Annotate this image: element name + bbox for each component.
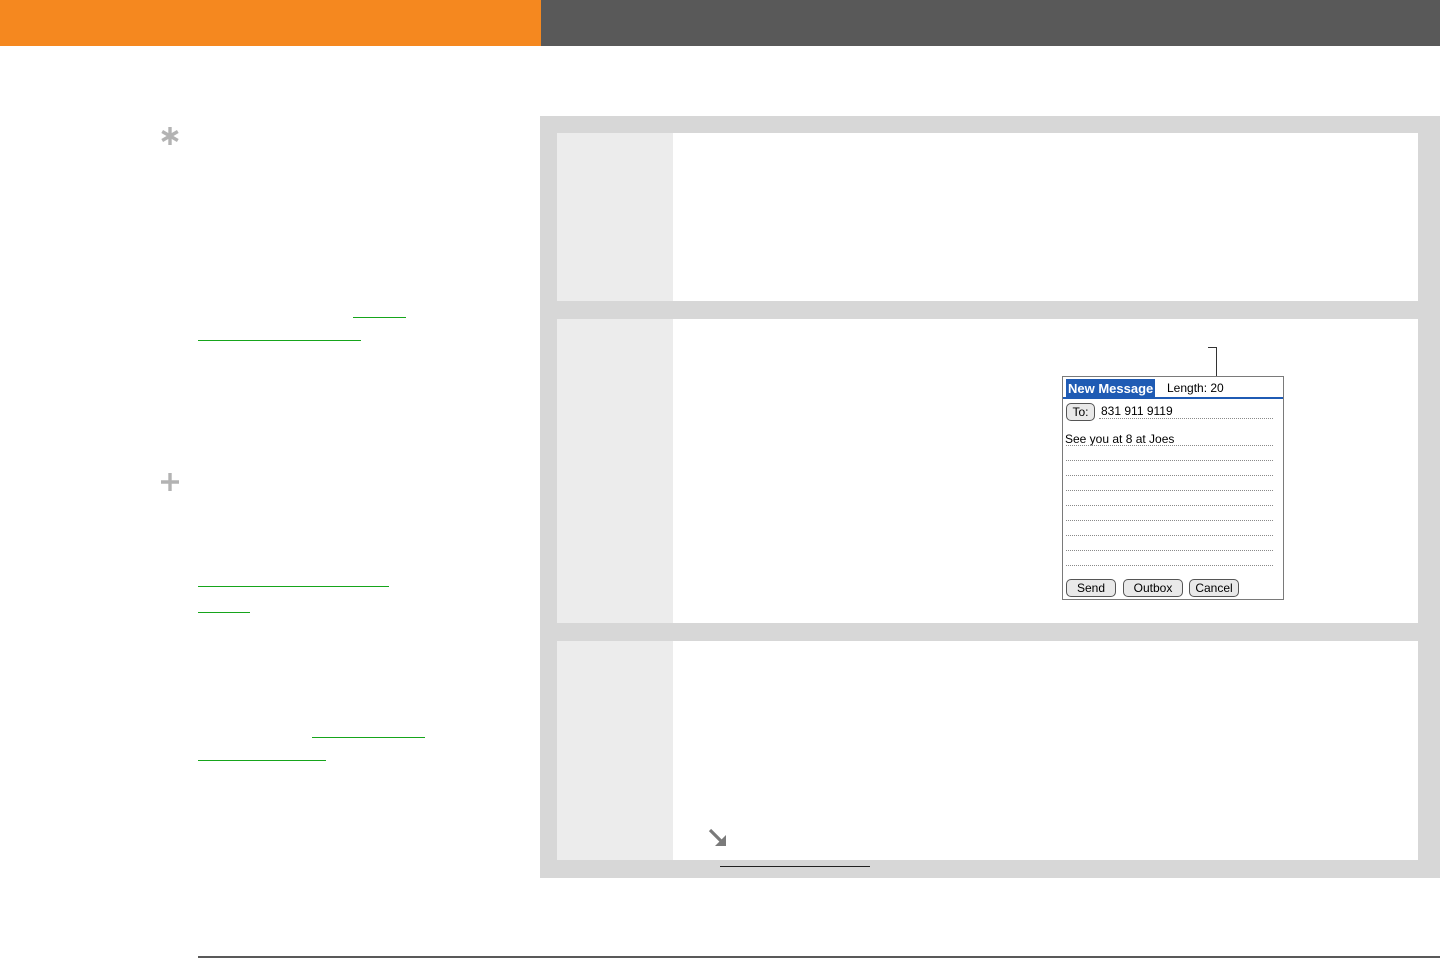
footer-rule bbox=[198, 956, 1440, 958]
message-line bbox=[1066, 520, 1273, 521]
steps-panel bbox=[540, 116, 1440, 878]
asterisk-icon bbox=[161, 127, 179, 145]
screen-title: New Message bbox=[1066, 379, 1156, 398]
tip-link-underline[interactable] bbox=[198, 340, 361, 341]
did-you-know-link-underline[interactable] bbox=[198, 612, 250, 613]
message-line bbox=[1066, 460, 1273, 461]
did-you-know-link-underline[interactable] bbox=[198, 760, 326, 761]
did-you-know-link-underline[interactable] bbox=[198, 586, 389, 587]
recipient-field[interactable]: 831 911 9119 bbox=[1101, 403, 1173, 419]
message-line bbox=[1066, 550, 1273, 551]
send-button[interactable]: Send bbox=[1066, 579, 1116, 597]
callout-line bbox=[1208, 347, 1217, 348]
step-1 bbox=[557, 133, 1418, 301]
to-button[interactable]: To: bbox=[1066, 403, 1095, 421]
message-line bbox=[1066, 445, 1273, 446]
header-bar-gray bbox=[541, 0, 1440, 46]
arrow-down-right-icon[interactable] bbox=[707, 827, 729, 849]
recipient-line bbox=[1099, 418, 1273, 419]
message-line bbox=[1066, 565, 1273, 566]
cancel-button[interactable]: Cancel bbox=[1189, 579, 1239, 597]
title-underline bbox=[1063, 397, 1283, 399]
message-line bbox=[1066, 490, 1273, 491]
title-bar: New Message Length: 20 bbox=[1063, 377, 1283, 399]
message-line bbox=[1066, 505, 1273, 506]
tip-link-underline[interactable] bbox=[353, 317, 406, 318]
message-line bbox=[1066, 475, 1273, 476]
step-3 bbox=[557, 641, 1418, 867]
length-indicator: Length: 20 bbox=[1167, 381, 1224, 395]
step-number-column bbox=[557, 133, 673, 301]
callout-line bbox=[1216, 347, 1217, 377]
step-2 bbox=[557, 319, 1418, 623]
did-you-know-link-underline[interactable] bbox=[312, 737, 425, 738]
message-line bbox=[1066, 535, 1273, 536]
header-bar-orange bbox=[0, 0, 541, 46]
step-link-underline[interactable] bbox=[720, 866, 870, 867]
outbox-button[interactable]: Outbox bbox=[1123, 579, 1183, 597]
step-number-column bbox=[557, 319, 673, 623]
plus-icon bbox=[161, 473, 179, 491]
new-message-screen: New Message Length: 20 To: 831 911 9119 … bbox=[1062, 376, 1284, 600]
step-number-column bbox=[557, 641, 673, 860]
